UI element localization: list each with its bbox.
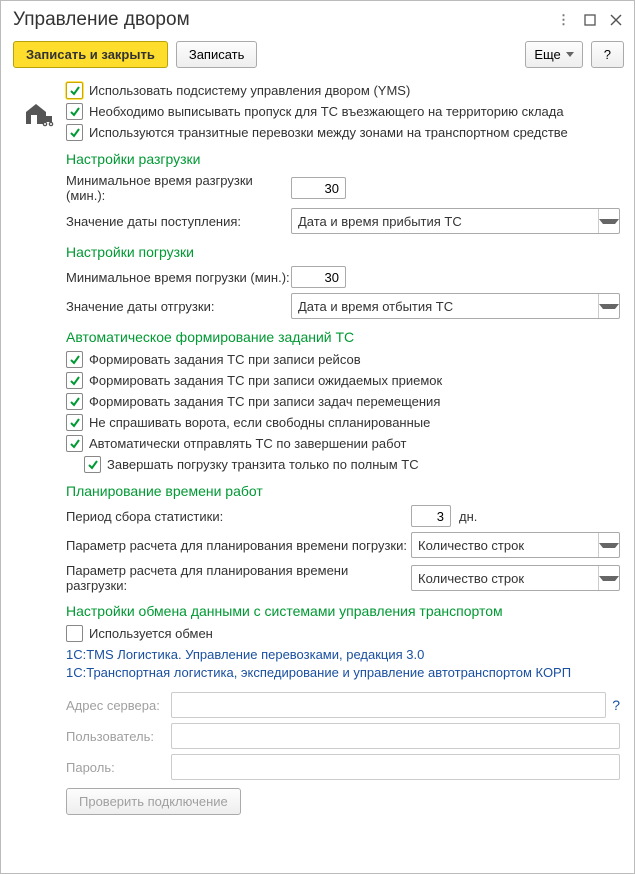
chevron-down-icon (598, 533, 619, 557)
section-unload: Настройки разгрузки (66, 151, 620, 167)
autoform-c3-checkbox[interactable] (66, 393, 83, 410)
transit-label: Используются транзитные перевозки между … (89, 125, 568, 140)
user-label: Пользователь: (66, 729, 171, 744)
help-icon[interactable]: ? (612, 697, 620, 713)
load-date-select[interactable]: Дата и время отбытия ТС (291, 293, 620, 319)
autoform-c2-checkbox[interactable] (66, 372, 83, 389)
use-yms-checkbox[interactable] (66, 82, 83, 99)
server-label: Адрес сервера: (66, 698, 171, 713)
autoform-c4-label: Не спрашивать ворота, если свободны спла… (89, 415, 430, 430)
chevron-down-icon (598, 209, 619, 233)
unload-date-value: Дата и время прибытия ТС (292, 214, 598, 229)
more-button[interactable]: Еще (525, 41, 582, 68)
autoform-c1-label: Формировать задания ТС при записи рейсов (89, 352, 361, 367)
load-min-time-label: Минимальное время погрузки (мин.): (66, 270, 291, 285)
load-date-label: Значение даты отгрузки: (66, 299, 291, 314)
use-yms-label: Использовать подсистему управления дворо… (89, 83, 410, 98)
autoform-c1-checkbox[interactable] (66, 351, 83, 368)
autoform-c3-label: Формировать задания ТС при записи задач … (89, 394, 440, 409)
unload-min-time-label: Минимальное время разгрузки (мин.): (66, 173, 291, 203)
autoform-c6-checkbox[interactable] (84, 456, 101, 473)
chevron-down-icon (598, 294, 619, 318)
section-autoform: Автоматическое формирование заданий ТС (66, 329, 620, 345)
section-exchange: Настройки обмена данными с системами упр… (66, 603, 620, 619)
save-close-button[interactable]: Записать и закрыть (13, 41, 168, 68)
autoform-c6-label: Завершать погрузку транзита только по по… (107, 457, 419, 472)
more-label: Еще (534, 47, 560, 62)
warehouse-truck-icon (22, 100, 56, 133)
maximize-icon[interactable] (582, 12, 598, 28)
chevron-down-icon (598, 566, 619, 590)
autoform-c2-label: Формировать задания ТС при записи ожидае… (89, 373, 442, 388)
autoform-c5-label: Автоматически отправлять ТС по завершени… (89, 436, 406, 451)
unload-min-time-input[interactable] (291, 177, 346, 199)
help-button[interactable]: ? (591, 41, 624, 68)
server-input[interactable] (171, 692, 606, 718)
pass-label: Необходимо выписывать пропуск для ТС въе… (89, 104, 564, 119)
plan-param-load-value: Количество строк (412, 538, 598, 553)
plan-param-load-select[interactable]: Количество строк (411, 532, 620, 558)
transit-checkbox[interactable] (66, 124, 83, 141)
save-button[interactable]: Записать (176, 41, 258, 68)
load-date-value: Дата и время отбытия ТС (292, 299, 598, 314)
plan-param-unload-value: Количество строк (412, 571, 598, 586)
close-icon[interactable] (608, 12, 624, 28)
plan-param-unload-label: Параметр расчета для планирования времен… (66, 563, 411, 593)
test-connection-button[interactable]: Проверить подключение (66, 788, 241, 815)
page-title: Управление двором (13, 9, 546, 31)
chevron-down-icon (566, 52, 574, 57)
section-load: Настройки погрузки (66, 244, 620, 260)
tms-link-2[interactable]: 1С:Транспортная логистика, экспедировани… (66, 664, 620, 682)
unload-date-label: Значение даты поступления: (66, 214, 291, 229)
plan-param-unload-select[interactable]: Количество строк (411, 565, 620, 591)
plan-param-load-label: Параметр расчета для планирования времен… (66, 538, 411, 553)
section-plan: Планирование времени работ (66, 483, 620, 499)
exchange-use-label: Используется обмен (89, 626, 213, 641)
exchange-use-checkbox[interactable] (66, 625, 83, 642)
pass-checkbox[interactable] (66, 103, 83, 120)
load-min-time-input[interactable] (291, 266, 346, 288)
plan-period-unit: дн. (459, 509, 477, 524)
kebab-menu-icon[interactable]: ⋮ (556, 12, 572, 28)
user-input[interactable] (171, 723, 620, 749)
plan-period-label: Период сбора статистики: (66, 509, 411, 524)
password-input[interactable] (171, 754, 620, 780)
autoform-c4-checkbox[interactable] (66, 414, 83, 431)
autoform-c5-checkbox[interactable] (66, 435, 83, 452)
plan-period-input[interactable] (411, 505, 451, 527)
unload-date-select[interactable]: Дата и время прибытия ТС (291, 208, 620, 234)
tms-link-1[interactable]: 1С:TMS Логистика. Управление перевозками… (66, 646, 620, 664)
password-label: Пароль: (66, 760, 171, 775)
